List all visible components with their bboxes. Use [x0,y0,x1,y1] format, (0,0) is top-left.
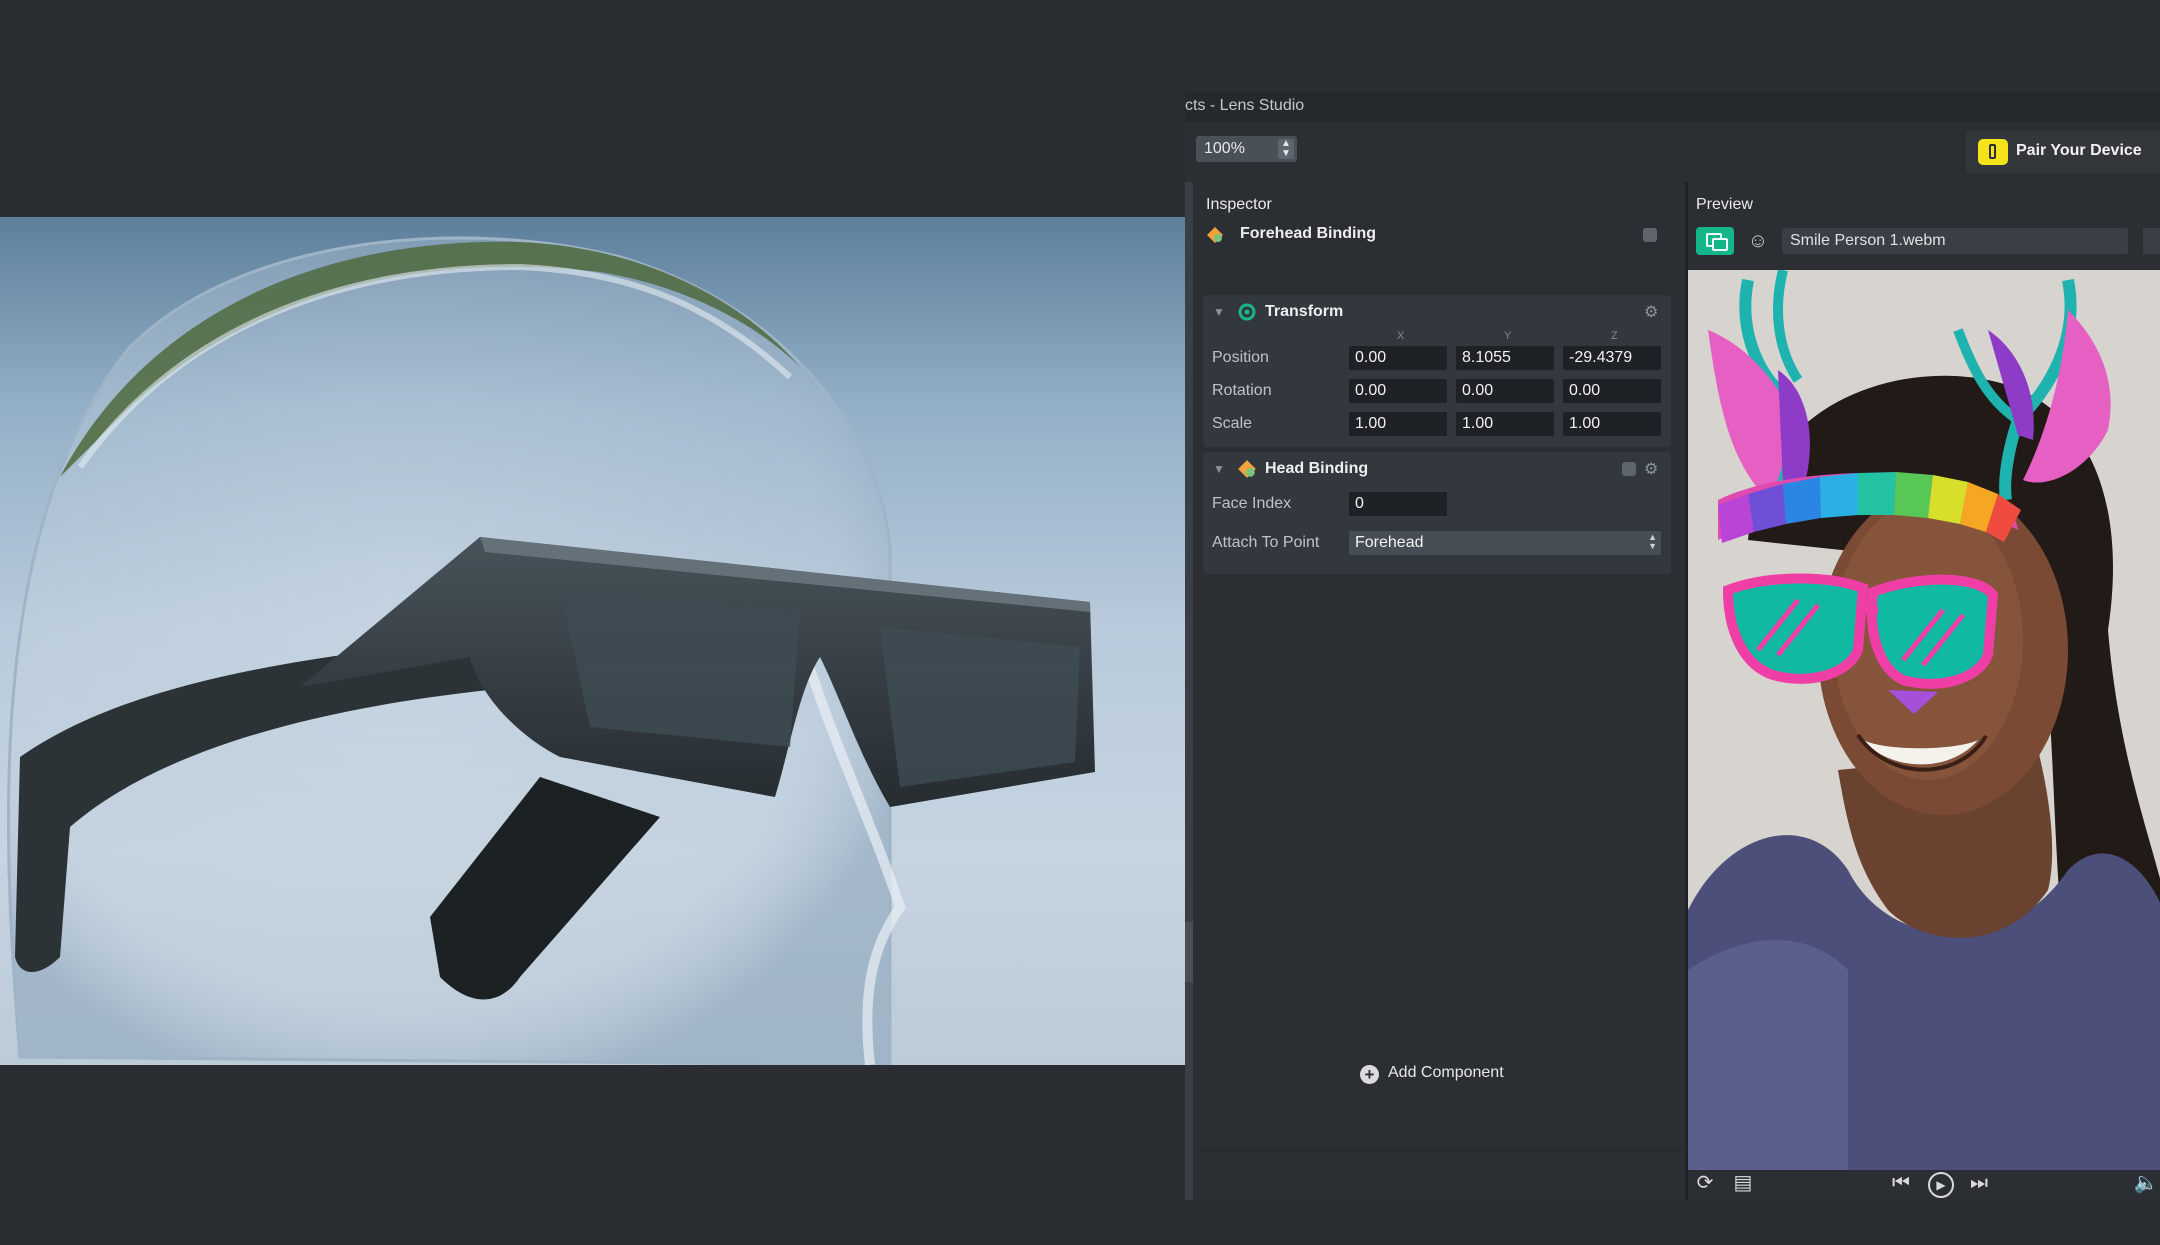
device-preview-toggle-icon[interactable] [1696,227,1734,255]
axis-label-z: Z [1611,330,1618,342]
zoom-value: 100% [1204,140,1245,157]
attach-to-point-select[interactable]: Forehead ▲ ▼ [1349,531,1661,555]
add-icon: + [1360,1065,1379,1084]
rotation-x-field[interactable]: 0.00 [1349,379,1447,403]
preview-toolbar: ☺ Smile Person 1.webm [1688,226,2160,256]
head-binding-component: ▼ Head Binding ⚙ Face Index 0 Attach To … [1203,452,1671,574]
collapse-arrow-icon[interactable]: ▼ [1213,305,1225,319]
preview-viewport[interactable] [1688,270,2160,1170]
pair-device-label: Pair Your Device [2016,142,2142,159]
preview-panel: Preview ☺ Smile Person 1.webm ⟳ ▤ ⏮ ▶ ⏭ … [1685,182,2160,1200]
playback-controls: ⟳ ▤ ⏮ ▶ ⏭ 🔈 [1688,1172,2160,1198]
collapse-arrow-icon[interactable]: ▼ [1213,462,1225,476]
transform-icon [1238,303,1256,321]
person-icon[interactable]: ☺ [1745,228,1771,254]
zoom-stepper[interactable]: 100% ▲ ▼ [1196,136,1297,162]
preview-video-select[interactable]: Smile Person 1.webm [1782,228,2128,254]
scale-z-field[interactable]: 1.00 [1563,412,1661,436]
axis-label-y: Y [1504,330,1512,342]
preview-toolbar-overflow[interactable] [2143,228,2160,254]
scale-y-field[interactable]: 1.00 [1456,412,1554,436]
volume-icon[interactable]: 🔈 [2133,1172,2159,1198]
face-index-label: Face Index [1212,495,1292,512]
transform-title: Transform [1265,303,1344,320]
gear-icon[interactable]: ⚙ [1644,459,1658,479]
phone-icon [1978,139,2008,165]
head-binding-title: Head Binding [1265,460,1369,477]
pair-device-button[interactable]: Pair Your Device [1966,131,2160,173]
position-x-field[interactable]: 0.00 [1349,346,1447,370]
rotation-label: Rotation [1212,382,1272,399]
chevron-updown-icon: ▲ ▼ [1648,532,1657,551]
inspector-left-strip [1185,182,1193,1200]
position-y-field[interactable]: 8.1055 [1456,346,1554,370]
skip-back-icon[interactable]: ⏮ [1888,1172,1914,1198]
rotation-y-field[interactable]: 0.00 [1456,379,1554,403]
transform-component: ▼ Transform ⚙ X Y Z Position 0.00 8.1055… [1203,295,1671,447]
attach-to-point-value: Forehead [1355,534,1424,551]
scale-x-field[interactable]: 1.00 [1349,412,1447,436]
forehead-binding-icon [1207,227,1223,243]
scale-label: Scale [1212,415,1253,432]
add-component-label: Add Component [1388,1064,1504,1081]
title-bar: cts - Lens Studio [1185,92,2160,122]
head-binding-icon [1238,460,1256,478]
object-header: Forehead Binding [1197,219,1667,251]
refresh-icon[interactable]: ⟳ [1692,1172,1718,1198]
layout-icon[interactable]: ▤ [1730,1172,1756,1198]
gear-icon[interactable]: ⚙ [1644,302,1658,322]
product-photo-spectacles [0,217,1185,1065]
object-name: Forehead Binding [1240,225,1376,242]
rotation-z-field[interactable]: 0.00 [1563,379,1661,403]
skip-forward-icon[interactable]: ⏭ [1966,1172,1992,1198]
inspector-panel: Inspector Forehead Binding ▼ Transform ⚙… [1185,182,1685,1200]
preview-title: Preview [1696,196,1753,213]
attach-to-point-label: Attach To Point [1212,534,1320,551]
lens-studio-window: cts - Lens Studio 100% ▲ ▼ Pair Your Devi… [1185,92,2160,1200]
position-label: Position [1212,349,1269,366]
panel-resize-handle[interactable] [1185,922,1193,982]
preview-video-name: Smile Person 1.webm [1790,232,1946,249]
toolbar: 100% ▲ ▼ Pair Your Device [1185,122,2160,183]
object-enabled-checkbox[interactable] [1643,228,1657,242]
window-title: cts - Lens Studio [1185,97,1305,114]
add-component-button[interactable]: + Add Component [1360,1057,1530,1091]
face-index-field[interactable]: 0 [1349,492,1447,516]
position-z-field[interactable]: -29.4379 [1563,346,1661,370]
axis-label-x: X [1397,330,1405,342]
zoom-stepper-arrows-icon[interactable]: ▲ ▼ [1278,139,1294,159]
divider [1193,1150,1685,1151]
play-icon[interactable]: ▶ [1928,1172,1954,1198]
inspector-title: Inspector [1206,196,1272,213]
head-binding-enabled-checkbox[interactable] [1622,462,1636,476]
